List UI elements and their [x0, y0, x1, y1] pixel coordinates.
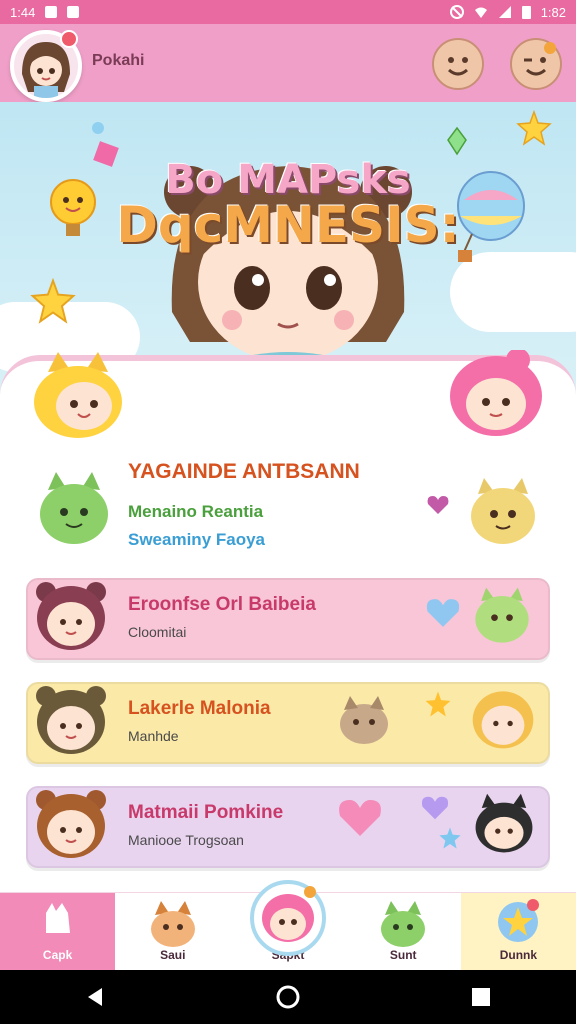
featured-subtitle-green: Menaino Reantia	[128, 502, 264, 521]
card-title: Matmaii Pomkine	[128, 802, 284, 823]
nav-tab-dunnk[interactable]: Dunnk	[460, 893, 576, 970]
recents-icon[interactable]	[470, 986, 492, 1008]
pink-cat-icon	[262, 886, 316, 942]
card-title: Lakerle Malonia	[128, 698, 271, 719]
cat-icon	[150, 901, 195, 947]
card-subtitle: Cloomitai	[128, 624, 187, 640]
card-avatar	[36, 582, 106, 650]
status-time-left: 1:44	[10, 4, 36, 20]
system-nav-bar	[0, 970, 576, 1024]
notification-badge	[60, 30, 78, 48]
green-cat-icon	[381, 901, 426, 947]
heart-icon	[421, 796, 449, 820]
blonde-girl-icon	[472, 691, 534, 749]
star-icon	[516, 110, 552, 146]
star-badge-icon	[498, 899, 540, 942]
notification-icon	[45, 6, 58, 18]
heart-icon	[427, 496, 449, 514]
app-notification-icon	[67, 6, 80, 18]
card-subtitle: Manhde	[128, 728, 179, 744]
nav-label: Sunt	[389, 948, 417, 962]
nav-label: Saui	[160, 948, 186, 962]
card-avatar	[36, 790, 106, 858]
signal-icon	[498, 6, 511, 18]
featured-subtitle-blue: Sweaminy Faoya	[128, 530, 266, 549]
featured-title: YAGAINDE ANTBSANN	[128, 460, 360, 483]
green-cat-character[interactable]	[34, 470, 114, 550]
card-subtitle: Maniooe Trogsoan	[128, 832, 244, 848]
brown-cat-icon	[340, 696, 388, 744]
mute-icon	[449, 5, 464, 19]
wink-face-icon	[524, 42, 556, 76]
star-icon	[439, 827, 461, 849]
card-title: Eroonfse Orl Baibeia	[128, 594, 316, 615]
nav-label: Dunnk	[499, 948, 538, 962]
battery-icon	[521, 6, 531, 19]
nav-center-button[interactable]	[250, 880, 326, 956]
nav-tab-sunt[interactable]: Sunt	[346, 893, 461, 970]
smile-face-icon	[448, 57, 468, 76]
username-label: Pokahi	[92, 52, 145, 69]
nav-label: Capk	[42, 948, 73, 962]
gem-icon	[447, 126, 467, 156]
yellow-cat-character[interactable]	[28, 352, 128, 442]
wifi-icon	[474, 7, 487, 18]
app-header	[0, 24, 576, 102]
card-avatar	[36, 686, 106, 754]
nav-tab-capk[interactable]: Capk	[0, 893, 116, 970]
heart-icon	[339, 800, 381, 836]
game-title-line2: DqcMNESIS:	[116, 196, 460, 254]
cat-silhouette-icon	[45, 903, 70, 933]
back-icon[interactable]	[84, 986, 106, 1008]
emoji-face-button[interactable]	[432, 38, 484, 90]
status-time-right: 1:82	[540, 4, 566, 20]
pink-hair-character[interactable]	[446, 350, 546, 442]
game-title: Bo MAPsks DqcMNESIS:	[0, 160, 576, 250]
star-icon	[30, 278, 76, 324]
yellow-cat-icon[interactable]	[466, 476, 540, 548]
heart-icon	[426, 599, 460, 627]
star-icon	[425, 691, 451, 717]
nav-tab-saui[interactable]: Saui	[115, 893, 230, 970]
wink-face-button[interactable]	[510, 38, 562, 90]
green-cat-icon	[475, 587, 529, 643]
status-bar: 1:44 1:82	[0, 0, 576, 24]
home-icon[interactable]	[275, 984, 301, 1010]
black-cat-icon	[475, 793, 533, 853]
